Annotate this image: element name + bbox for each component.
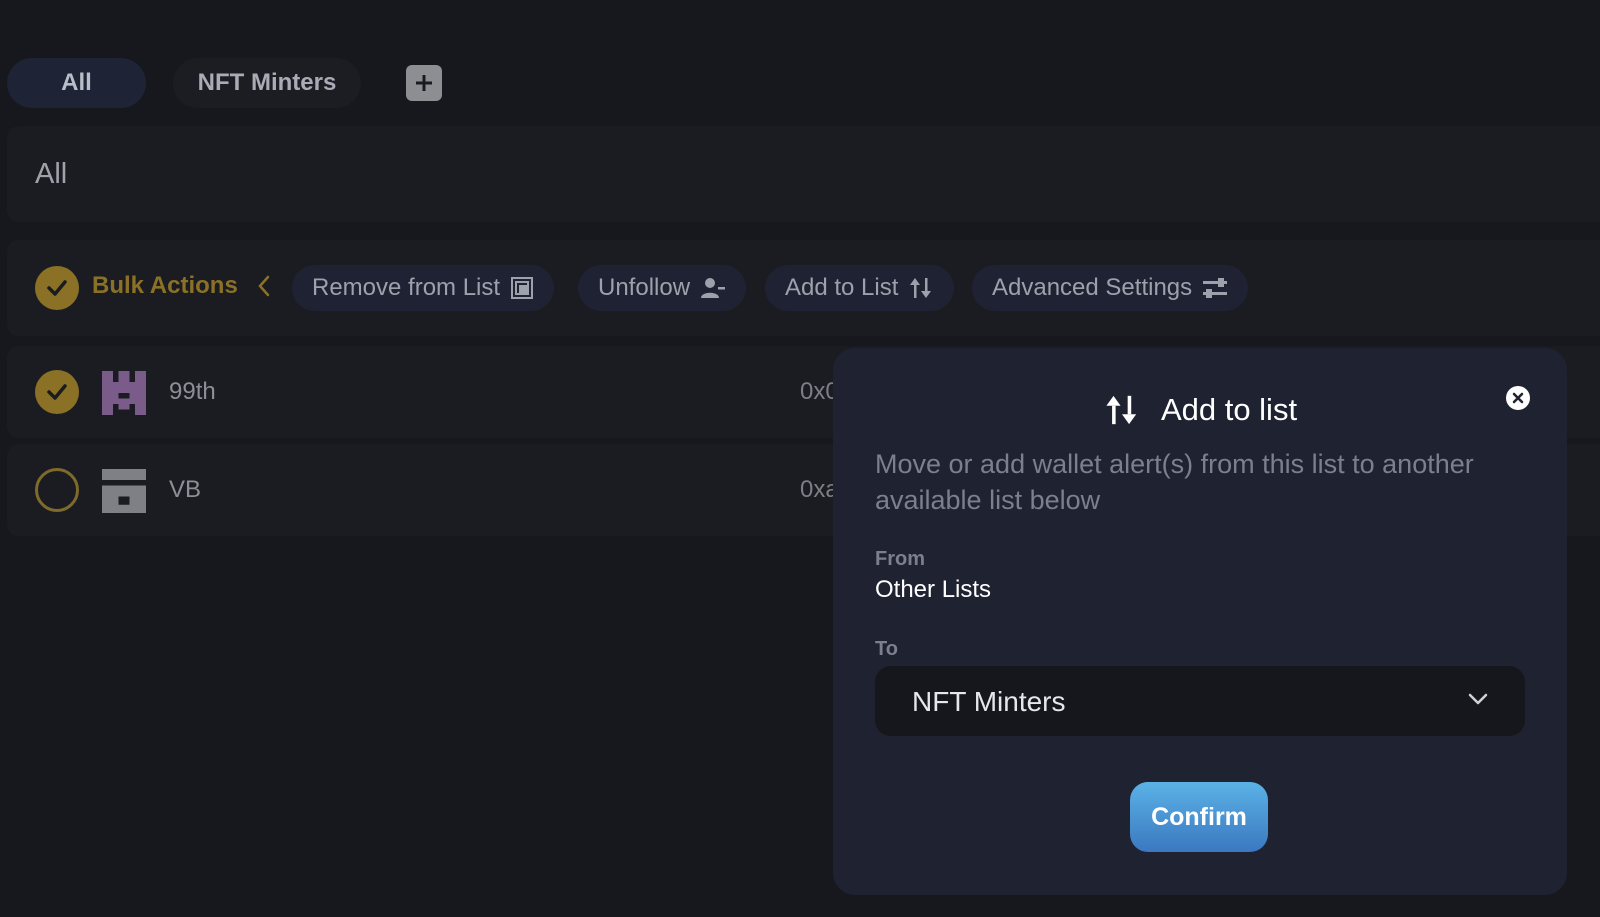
avatar: [102, 371, 146, 415]
chevron-down-icon: [1468, 693, 1488, 705]
check-icon: [47, 384, 67, 400]
modal-header: Add to list: [833, 392, 1567, 428]
to-list-selected-value: NFT Minters: [912, 686, 1066, 717]
bulk-select-checkbox[interactable]: [35, 266, 79, 310]
tab-all[interactable]: All: [7, 58, 146, 108]
from-value: Other Lists: [875, 576, 992, 603]
to-list-select[interactable]: NFT Minters: [875, 666, 1525, 736]
sort-arrows-icon: [1106, 395, 1137, 425]
sort-arrows-icon: [910, 278, 932, 298]
close-icon: [1512, 392, 1524, 404]
wallet-name: 99th: [169, 378, 216, 405]
unfollow-label: Unfollow: [598, 274, 691, 301]
modal-title: Add to list: [1160, 392, 1298, 427]
confirm-button[interactable]: Confirm: [1130, 782, 1268, 852]
add-to-list-modal: Add to list Move or add wallet alert(s) …: [833, 348, 1567, 895]
modal-description: Move or add wallet alert(s) from this li…: [875, 449, 1474, 515]
plus-icon: [416, 75, 432, 91]
from-label: From: [875, 548, 925, 570]
row-checkbox[interactable]: [35, 468, 79, 512]
bulk-actions-bar: Bulk Actions Remove from List Unfollow A…: [7, 240, 1600, 336]
add-to-list-button[interactable]: Add to List: [765, 265, 955, 311]
avatar: [102, 469, 146, 513]
unfollow-button[interactable]: Unfollow: [578, 265, 747, 311]
remove-from-list-button[interactable]: Remove from List: [292, 265, 555, 311]
tab-nft-minters[interactable]: NFT Minters: [173, 58, 361, 108]
to-label: To: [875, 638, 898, 660]
chevron-left-icon[interactable]: [257, 274, 271, 298]
add-to-list-label: Add to List: [785, 274, 899, 301]
wallet-name: VB: [169, 476, 202, 503]
bulk-actions-label[interactable]: Bulk Actions: [92, 272, 238, 300]
wallet-alerts-page: All NFT Minters All Bulk Actions Remove …: [0, 0, 1600, 917]
list-header: All: [7, 126, 1600, 222]
advanced-settings-button[interactable]: Advanced Settings: [972, 265, 1249, 311]
add-list-button[interactable]: [406, 65, 442, 101]
row-checkbox[interactable]: [35, 370, 79, 414]
sliders-icon: [1203, 278, 1228, 298]
remove-from-list-label: Remove from List: [312, 274, 501, 301]
close-button[interactable]: [1506, 386, 1530, 410]
unfollow-user-icon: [701, 278, 726, 298]
advanced-settings-label: Advanced Settings: [992, 274, 1193, 301]
list-title: All: [35, 158, 68, 190]
remove-from-list-icon: [511, 277, 534, 299]
check-icon: [47, 280, 67, 296]
